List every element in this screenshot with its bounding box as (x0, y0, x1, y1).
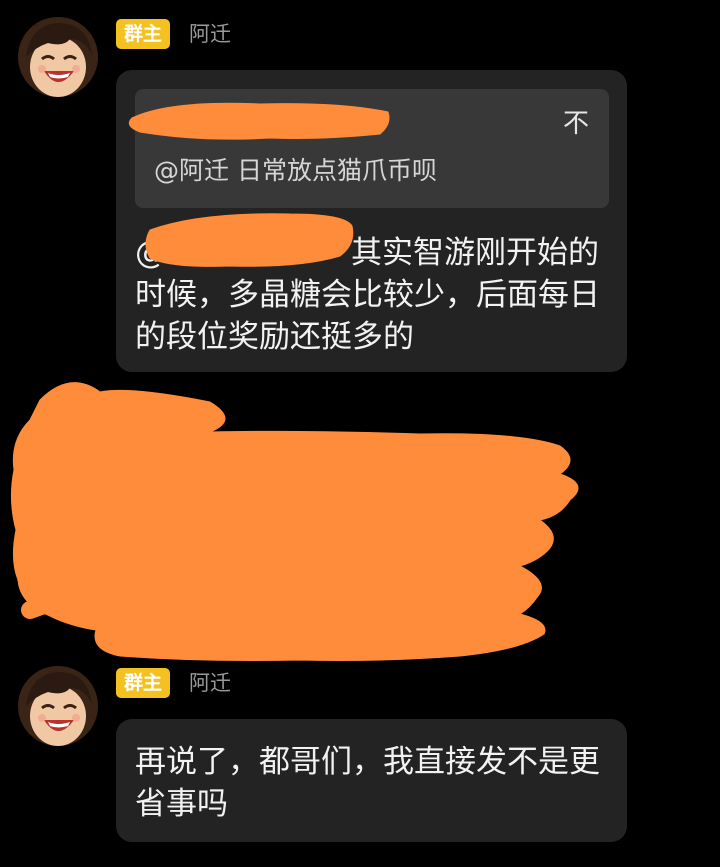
group-owner-badge: 群主 (116, 668, 171, 698)
message-bubble[interactable]: 再说了，都哥们，我直接发不是更省事吗 (116, 719, 627, 842)
message-text: 再说了，都哥们，我直接发不是更省事吗 (135, 744, 600, 822)
sender-avatar[interactable] (18, 666, 98, 746)
avatar-icon (18, 666, 98, 746)
sender-name[interactable]: 阿迁 (189, 668, 231, 698)
